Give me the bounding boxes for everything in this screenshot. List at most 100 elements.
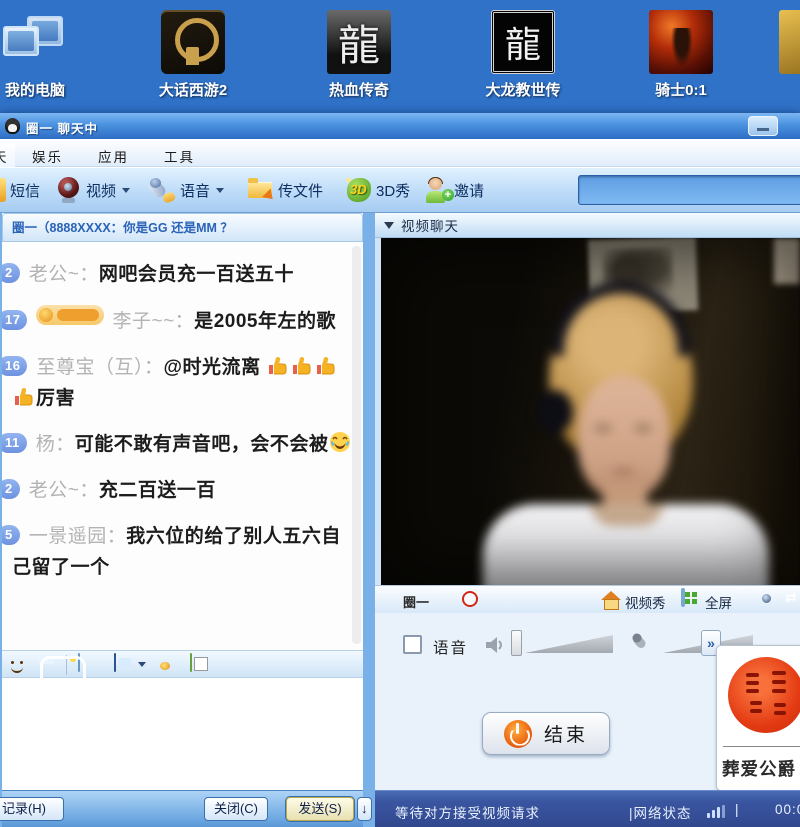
send-file-button[interactable]: 传文件 xyxy=(248,175,323,205)
minimize-button[interactable] xyxy=(748,116,778,136)
status-separator: | xyxy=(735,802,739,817)
video-call-button[interactable]: 视频 xyxy=(56,175,130,205)
desktop-icon-partial[interactable]: 进 xyxy=(770,10,800,100)
desktop-icon-label: 热血传奇 xyxy=(318,79,400,100)
member-level-badge: 2 xyxy=(2,479,20,499)
window-title: 圈一 聊天中 xyxy=(26,118,98,137)
menu-item-partial[interactable]: 天 xyxy=(0,142,15,167)
chat-message: 5一景遥园：我六位的给了别人五六自己留了一个 xyxy=(12,521,357,583)
member-level-badge: 17 xyxy=(2,310,27,330)
desktop-icon-computer[interactable]: 我的电脑 xyxy=(0,10,76,100)
member-tag-badge xyxy=(36,305,104,325)
invite-button[interactable]: + 邀请 xyxy=(424,175,484,205)
thumbs-up-emoji xyxy=(291,354,313,376)
send-options-button[interactable]: ↓ xyxy=(357,797,372,821)
chat-message: 2老公~：充二百送一百 xyxy=(12,475,357,506)
voice-label: 语音 xyxy=(433,636,468,658)
sms-button[interactable]: 短信 xyxy=(0,175,40,205)
voice-call-button[interactable]: 语音 xyxy=(150,175,224,205)
ad-card[interactable]: 葬爱公爵 xyxy=(716,645,800,791)
file-transfer-icon xyxy=(248,177,274,203)
sender-name: 至尊宝（互）： xyxy=(36,357,163,378)
fullscreen-grid-icon[interactable] xyxy=(681,588,685,607)
video-status-bar: 等待对方接受视频请求 |网络状态 | 00:0 xyxy=(375,790,800,827)
member-level-badge: 11 xyxy=(2,433,27,453)
power-icon xyxy=(504,720,532,748)
chat-session-header: 圈一（8888XXXX：你是GG 还是MM ？ xyxy=(2,213,363,242)
dragon1-icon-art: 龍 xyxy=(327,10,391,74)
menu-bar: 天 娱乐 应用 工具 xyxy=(0,139,800,167)
computer-icon-art xyxy=(3,10,67,74)
history-button[interactable]: 记录(H) xyxy=(0,797,64,821)
desktop-icon-dhxy[interactable]: 大话西游2 xyxy=(152,10,234,100)
desktop-icon-dragon2[interactable]: 龍大龙教世传 xyxy=(482,10,564,100)
sender-name: 老公~： xyxy=(29,264,99,285)
toolbar-input[interactable] xyxy=(578,175,800,205)
chat-message: 17李子~~：是2005年左的歌 xyxy=(12,305,357,337)
video-panel-title: 视频聊天 xyxy=(401,215,459,235)
message-text: 充二百送一百 xyxy=(99,480,216,501)
message-text: 是2005年左的歌 xyxy=(194,311,336,332)
toolbar: 短信 视频 语音 传文件 ✦3D 3D秀 + 邀请 xyxy=(0,167,800,213)
sender-name: 一景遥园： xyxy=(29,526,127,547)
ad-title: 葬爱公爵 xyxy=(722,756,796,781)
collapse-icon[interactable] xyxy=(384,222,394,229)
thumbs-up-emoji xyxy=(267,354,289,376)
speaker-volume-slider[interactable] xyxy=(511,630,522,656)
message-list: 2老公~：网吧会员充一百送五十17李子~~：是2005年左的歌16至尊宝（互）：… xyxy=(2,242,363,650)
speaker-volume-wedge[interactable] xyxy=(525,635,613,653)
partial-icon-art xyxy=(779,10,800,74)
call-timer: 00:0 xyxy=(775,802,800,817)
dropdown-caret-icon[interactable] xyxy=(122,188,130,193)
thumbs-up-emoji xyxy=(315,354,337,376)
member-level-badge: 2 xyxy=(2,263,20,283)
network-status-label: |网络状态 xyxy=(629,802,692,822)
video-footer-bar: 圈一 视频秀 全屏 xyxy=(375,585,800,613)
photo-album-icon[interactable] xyxy=(190,653,192,672)
3d-show-button[interactable]: ✦3D 3D秀 xyxy=(346,175,410,205)
video-feed xyxy=(381,238,800,585)
voice-checkbox[interactable] xyxy=(403,635,422,654)
end-call-button[interactable]: 结束 xyxy=(482,712,610,755)
member-level-badge: 5 xyxy=(2,525,20,545)
dragon2-icon-art: 龍 xyxy=(491,10,555,74)
fullscreen-label[interactable]: 全屏 xyxy=(705,592,732,612)
video-show-label[interactable]: 视频秀 xyxy=(625,592,666,612)
3d-show-icon: ✦3D xyxy=(346,177,372,203)
thumbs-up-emoji xyxy=(13,385,35,407)
chat-window: 圈一 聊天中 天 娱乐 应用 工具 短信 视频 语音 xyxy=(0,113,800,827)
signal-bars-icon xyxy=(707,805,729,819)
video-vignette xyxy=(381,238,800,585)
desktop-icon-label: 我的电脑 xyxy=(0,79,76,100)
menu-item-entertainment[interactable]: 娱乐 xyxy=(26,144,69,168)
scrollbar[interactable] xyxy=(352,246,361,644)
menu-item-tools[interactable]: 工具 xyxy=(158,144,201,168)
video-controls: 语音 » 结束 葬爱公爵 xyxy=(375,613,800,790)
close-button[interactable]: 关闭(C) xyxy=(204,797,268,821)
peer-name: 圈一 xyxy=(403,592,429,611)
sender-name: 老公~： xyxy=(29,480,99,501)
dropdown-caret-icon[interactable] xyxy=(216,188,224,193)
title-bar[interactable]: 圈一 聊天中 xyxy=(0,113,800,139)
video-panel-header[interactable]: 视频聊天 xyxy=(375,213,800,238)
invite-person-icon: + xyxy=(424,177,450,203)
send-button[interactable]: 发送(S) xyxy=(286,797,354,821)
chat-bottom-bar: 记录(H) 关闭(C) 发送(S) ↓ xyxy=(2,790,363,827)
ad-divider xyxy=(723,746,800,747)
desktop-icon-label: 大话西游2 xyxy=(152,79,234,100)
desktop-icon-label: 进 xyxy=(770,79,800,100)
menu-item-apps[interactable]: 应用 xyxy=(92,144,135,168)
mic-icon xyxy=(631,632,655,656)
sender-name: 杨： xyxy=(36,434,75,455)
sms-icon xyxy=(0,178,6,202)
sender-name: 李子~~： xyxy=(112,311,194,332)
capture-caret-icon[interactable] xyxy=(138,662,146,667)
desktop-icon-knight[interactable]: 骑士0:1 xyxy=(640,10,722,100)
desktop-icon-label: 骑士0:1 xyxy=(640,79,722,100)
overlay-marker xyxy=(40,656,86,704)
chat-panel: 圈一（8888XXXX：你是GG 还是MM ？ 2老公~：网吧会员充一百送五十1… xyxy=(2,213,363,827)
desktop-icon-dragon1[interactable]: 龍热血传奇 xyxy=(318,10,400,100)
qq-logo-icon xyxy=(5,118,20,134)
screen-capture-icon[interactable] xyxy=(114,653,116,672)
waiting-status-text: 等待对方接受视频请求 xyxy=(395,802,540,822)
